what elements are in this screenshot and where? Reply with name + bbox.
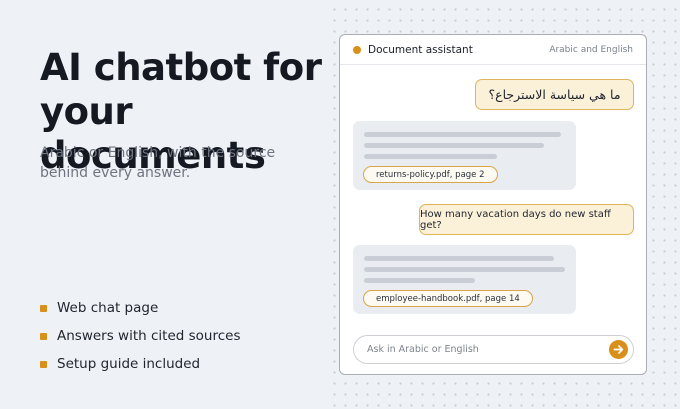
feature-label: Setup guide included: [57, 356, 201, 372]
source-citation[interactable]: returns-policy.pdf, page 2: [363, 166, 498, 183]
text-placeholder-line: [364, 278, 475, 283]
bullet-icon: [40, 360, 47, 368]
feature-item: Web chat page: [40, 294, 240, 322]
feature-item: Answers with cited sources: [40, 322, 240, 350]
chat-header: Document assistant Arabic and English: [340, 35, 646, 65]
arrow-right-icon: [613, 345, 624, 354]
text-placeholder-line: [364, 154, 497, 159]
assistant-message: returns-policy.pdf, page 2: [353, 121, 576, 190]
feature-label: Answers with cited sources: [57, 328, 241, 344]
feature-item: Setup guide included: [40, 350, 240, 378]
chat-title: Document assistant: [368, 43, 473, 56]
user-message: ما هي سياسة الاسترجاع؟: [475, 79, 634, 110]
text-placeholder-line: [364, 267, 565, 272]
subtitle: Arabic or English, with the source behin…: [40, 145, 276, 181]
user-message: How many vacation days do new staff get?: [419, 204, 634, 235]
chat-input[interactable]: [367, 344, 609, 355]
source-citation[interactable]: employee-handbook.pdf, page 14: [363, 290, 533, 307]
status-dot-icon: [353, 45, 361, 54]
text-placeholder-line: [364, 143, 544, 148]
hero-panel: AI chatbot for your documents Arabic or …: [0, 0, 325, 409]
chat-input-bar: [353, 335, 634, 364]
send-button[interactable]: [609, 340, 628, 359]
text-placeholder-line: [364, 132, 561, 137]
assistant-message: employee-handbook.pdf, page 14: [353, 245, 576, 314]
language-label: Arabic and English: [549, 44, 633, 55]
chat-window: Document assistant Arabic and English ما…: [339, 34, 647, 375]
bullet-icon: [40, 304, 47, 312]
feature-list: Web chat page Answers with cited sources…: [40, 294, 240, 378]
feature-label: Web chat page: [57, 300, 159, 316]
text-placeholder-line: [364, 256, 554, 261]
bullet-icon: [40, 332, 47, 340]
